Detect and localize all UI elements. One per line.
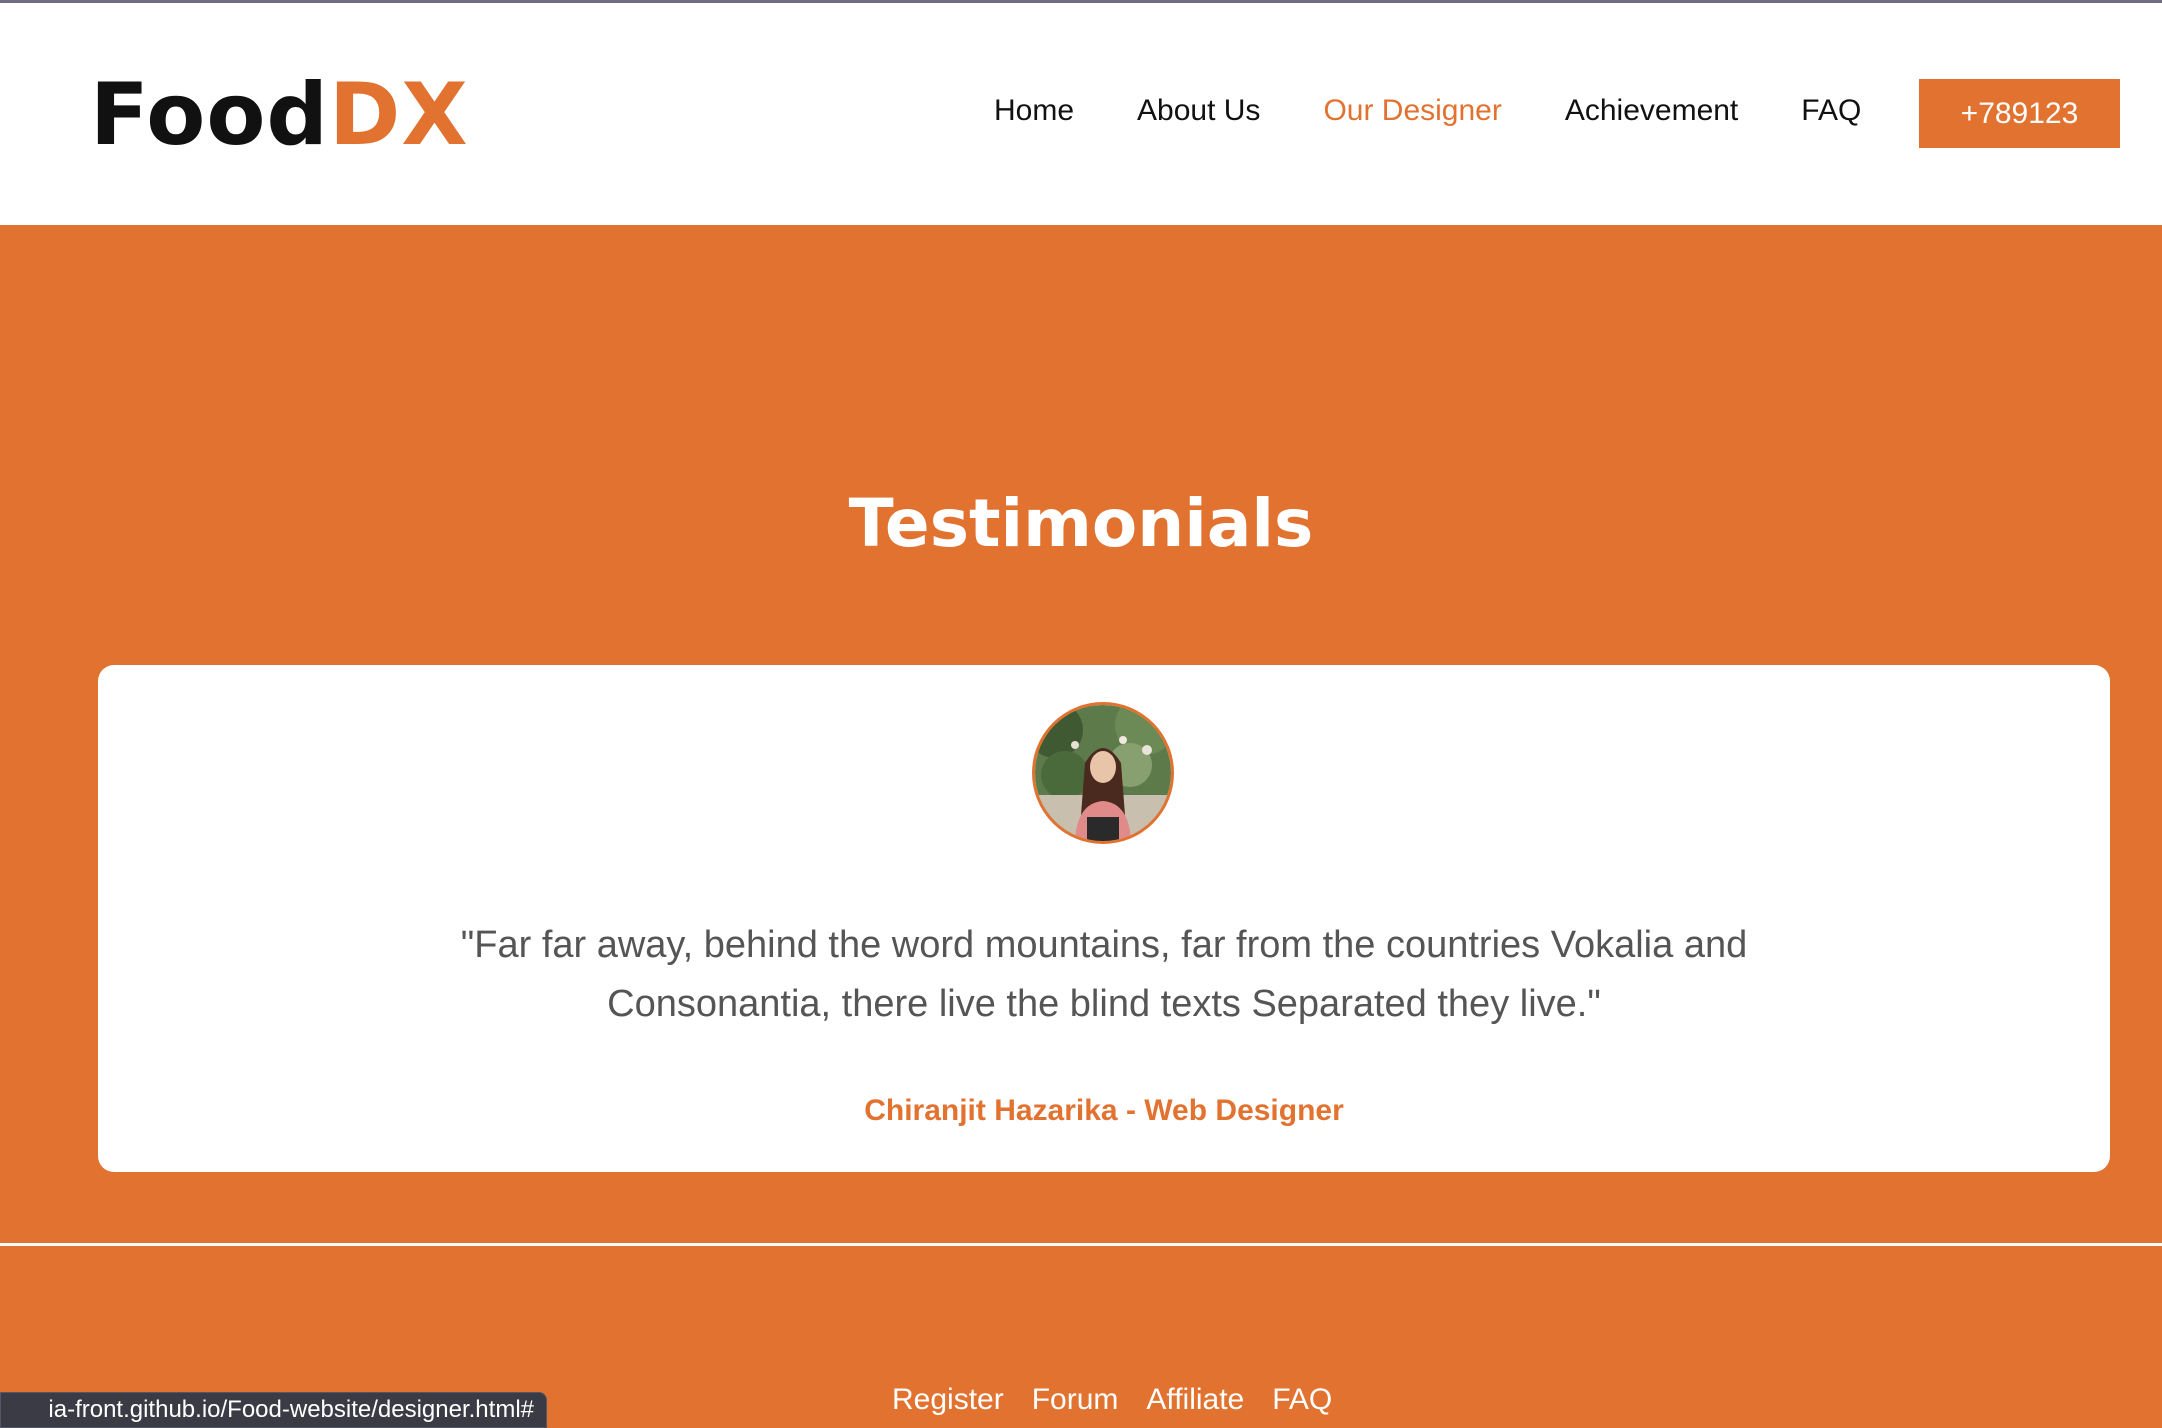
testimonial-quote: "Far far away, behind the word mountains…: [460, 924, 1748, 1025]
status-url: ia-front.github.io/Food-website/designer…: [48, 1396, 534, 1423]
nav-achievement[interactable]: Achievement: [1565, 91, 1738, 131]
nav-our-designer[interactable]: Our Designer: [1323, 91, 1501, 131]
logo-text-food: Food: [90, 65, 329, 165]
nav-about-us[interactable]: About Us: [1137, 91, 1260, 131]
footer-link-faq[interactable]: FAQ: [1272, 1380, 1332, 1420]
browser-status-bar: ia-front.github.io/Food-website/designer…: [0, 1392, 547, 1428]
testimonial-author: Chiranjit Hazarika - Web Designer: [864, 1094, 1344, 1127]
testimonial-card: "Far far away, behind the word mountains…: [98, 665, 2110, 1172]
footer-links: Register Forum Affiliate FAQ: [892, 1380, 1332, 1420]
site-header: FoodDX Home About Us Our Designer Achiev…: [0, 3, 2162, 225]
section-title: Testimonials: [848, 484, 1314, 562]
logo-text-dx: DX: [329, 65, 469, 165]
site-logo[interactable]: FoodDX: [90, 65, 469, 165]
footer-divider: [0, 1243, 2162, 1246]
footer-link-register[interactable]: Register: [892, 1380, 1004, 1420]
nav-faq[interactable]: FAQ: [1801, 91, 1861, 131]
avatar: [1032, 702, 1174, 844]
main-nav: Home About Us Our Designer Achievement F…: [994, 91, 1861, 131]
nav-home[interactable]: Home: [994, 91, 1074, 131]
footer-link-affiliate[interactable]: Affiliate: [1146, 1380, 1244, 1420]
avatar-photo: [1035, 705, 1171, 841]
phone-button[interactable]: +789123: [1919, 79, 2120, 148]
footer-link-forum[interactable]: Forum: [1032, 1380, 1119, 1420]
